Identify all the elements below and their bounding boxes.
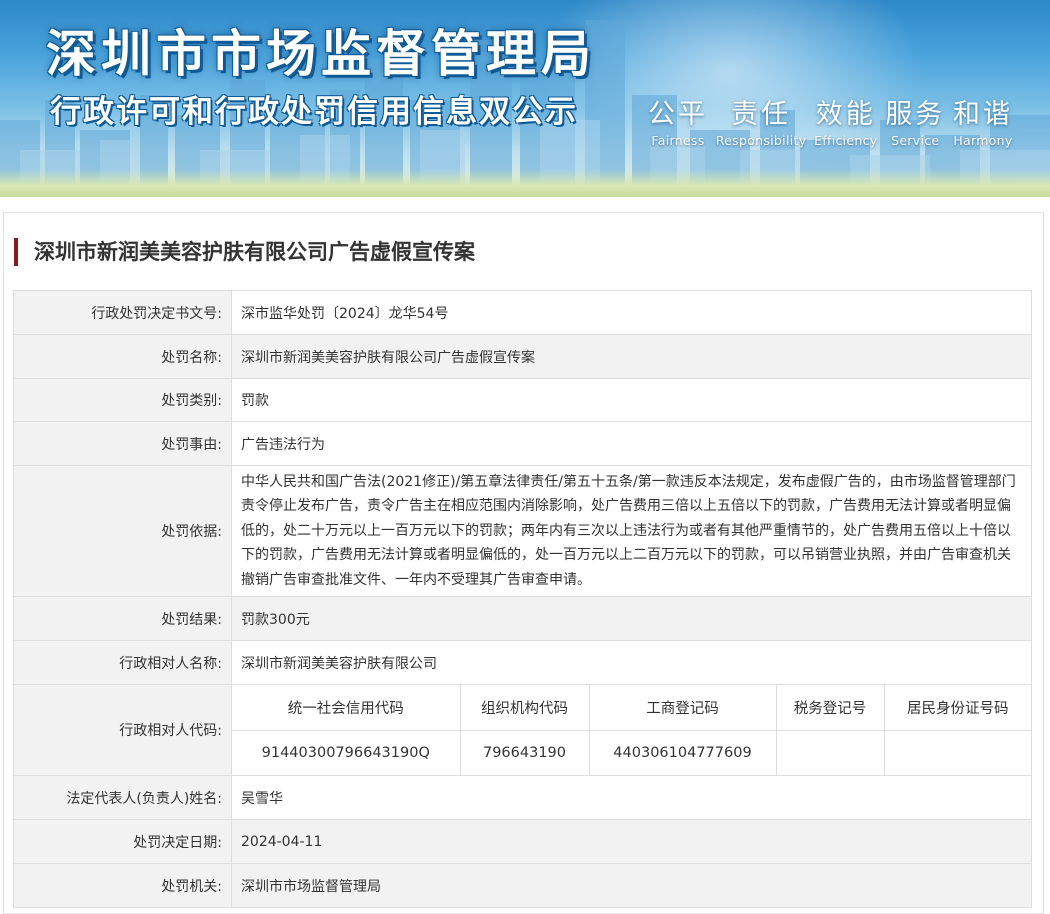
- code-header: 统一社会信用代码: [232, 685, 461, 731]
- site-subtitle: 行政许可和行政处罚信用信息双公示: [50, 94, 578, 130]
- row-label: 处罚事由:: [13, 421, 232, 466]
- row-label: 行政处罚决定书文号:: [13, 290, 232, 335]
- table-row: 行政相对人代码: 统一社会信用代码 组织机构代码 工商登记码 税务登记号 居民身…: [13, 684, 1032, 776]
- org-code-value: 796643190: [460, 730, 590, 775]
- row-label: 处罚名称:: [13, 334, 232, 379]
- motto: 公平 Fairness 责任 Responsibility 效能 Efficie…: [648, 92, 1013, 148]
- credit-code-value: 91440300796643190Q: [232, 730, 461, 775]
- penalty-category: 罚款: [231, 378, 1032, 422]
- penalty-authority: 深圳市市场监督管理局: [231, 863, 1032, 908]
- motto-en: Service: [891, 133, 940, 148]
- motto-item: 和谐 Harmony: [953, 92, 1013, 148]
- case-title: 深圳市新润美美容护肤有限公司广告虚假宣传案: [14, 238, 475, 266]
- motto-cn: 服务: [885, 99, 946, 130]
- decision-date: 2024-04-11: [231, 819, 1032, 864]
- table-row: 行政相对人名称: 深圳市新润美美容护肤有限公司: [13, 640, 1032, 685]
- code-header: 组织机构代码: [460, 685, 590, 731]
- row-label: 处罚类别:: [13, 378, 232, 422]
- table-row: 处罚结果: 罚款300元: [13, 596, 1032, 641]
- motto-en: Harmony: [953, 133, 1013, 148]
- party-code-cell: 统一社会信用代码 组织机构代码 工商登记码 税务登记号 居民身份证号码 9144…: [231, 684, 1032, 776]
- row-label: 处罚机关:: [13, 863, 232, 908]
- banner-grass: [0, 169, 1050, 197]
- motto-cn: 责任: [731, 99, 792, 130]
- row-label: 处罚决定日期:: [13, 819, 232, 864]
- penalty-reason: 广告违法行为: [231, 421, 1032, 466]
- row-label: 处罚结果:: [13, 596, 232, 641]
- row-label: 处罚依据:: [13, 465, 232, 597]
- code-header: 居民身份证号码: [884, 685, 1031, 731]
- table-row: 处罚机关: 深圳市市场监督管理局: [13, 863, 1032, 908]
- motto-cn: 和谐: [952, 99, 1013, 130]
- code-header-row: 统一社会信用代码 组织机构代码 工商登记码 税务登记号 居民身份证号码: [232, 685, 1031, 731]
- code-header: 税务登记号: [776, 685, 885, 731]
- business-reg-value: 440306104777609: [589, 730, 777, 775]
- motto-item: 服务 Service: [885, 92, 945, 148]
- table-row: 处罚依据: 中华人民共和国广告法(2021修正)/第五章法律责任/第五十五条/第…: [13, 465, 1032, 597]
- table-row: 处罚决定日期: 2024-04-11: [13, 819, 1032, 864]
- penalty-basis: 中华人民共和国广告法(2021修正)/第五章法律责任/第五十五条/第一款违反本法…: [231, 465, 1032, 597]
- case-detail-panel: 深圳市新润美美容护肤有限公司广告虚假宣传案 行政处罚决定书文号: 深市监华处罚〔…: [3, 212, 1044, 914]
- code-value-row: 91440300796643190Q 796643190 44030610477…: [232, 730, 1031, 775]
- motto-cn: 公平: [648, 99, 708, 130]
- party-name: 深圳市新润美美容护肤有限公司: [231, 640, 1032, 685]
- table-row: 处罚类别: 罚款: [13, 378, 1032, 422]
- motto-item: 效能 Efficiency: [814, 92, 877, 148]
- code-header: 工商登记码: [589, 685, 777, 731]
- row-label: 行政相对人代码:: [13, 684, 232, 776]
- tax-reg-value: [776, 730, 885, 775]
- motto-item: 责任 Responsibility: [716, 92, 807, 148]
- id-number-value: [884, 730, 1031, 775]
- row-label: 行政相对人名称:: [13, 640, 232, 685]
- party-code-table: 统一社会信用代码 组织机构代码 工商登记码 税务登记号 居民身份证号码 9144…: [232, 685, 1031, 775]
- table-row: 法定代表人(负责人)姓名: 吴雪华: [13, 775, 1032, 820]
- site-title: 深圳市市场监督管理局: [46, 25, 596, 83]
- motto-en: Responsibility: [715, 133, 807, 148]
- case-info-table: 行政处罚决定书文号: 深市监华处罚〔2024〕龙华54号 处罚名称: 深圳市新润…: [13, 290, 1032, 908]
- motto-en: Efficiency: [814, 133, 878, 148]
- header-banner: 深圳市市场监督管理局 行政许可和行政处罚信用信息双公示 公平 Fairness …: [0, 0, 1050, 197]
- row-label: 法定代表人(负责人)姓名:: [13, 775, 232, 820]
- penalty-name: 深圳市新润美美容护肤有限公司广告虚假宣传案: [231, 334, 1032, 379]
- table-row: 行政处罚决定书文号: 深市监华处罚〔2024〕龙华54号: [13, 290, 1032, 335]
- decision-doc-number: 深市监华处罚〔2024〕龙华54号: [231, 290, 1032, 335]
- table-row: 处罚名称: 深圳市新润美美容护肤有限公司广告虚假宣传案: [13, 334, 1032, 379]
- legal-representative: 吴雪华: [231, 775, 1032, 820]
- penalty-result: 罚款300元: [231, 596, 1032, 641]
- motto-item: 公平 Fairness: [648, 92, 708, 148]
- table-row: 处罚事由: 广告违法行为: [13, 421, 1032, 466]
- motto-en: Fairness: [651, 133, 705, 148]
- motto-cn: 效能: [815, 99, 876, 130]
